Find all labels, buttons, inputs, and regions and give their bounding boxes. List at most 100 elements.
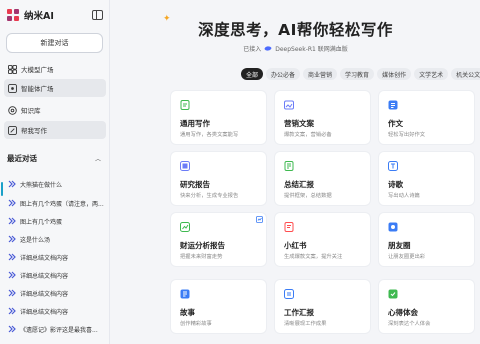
- card-desc: 写出动人诗篇: [388, 193, 420, 199]
- chat-bubble-icon: [8, 271, 16, 279]
- scroll-indicator[interactable]: [1, 182, 3, 196]
- history-item-label: 详细总结文档内容: [20, 272, 69, 280]
- sidebar-item-writing[interactable]: 帮我写作: [4, 121, 106, 139]
- brand-name: 纳米AI: [24, 11, 54, 22]
- card-title: 作文: [388, 119, 403, 128]
- card-work-report[interactable]: 工作汇报 清晰展现工作成果: [275, 280, 370, 333]
- summary-icon: [284, 161, 294, 171]
- card-research-report[interactable]: 研究报告 快来分析，生成专业报告: [171, 152, 266, 205]
- card-title: 研究报告: [180, 180, 210, 189]
- card-story[interactable]: 故事 创作精彩故事: [171, 280, 266, 333]
- tab-official[interactable]: 机关公文: [451, 68, 480, 80]
- history-item-label: 详细总结文档内容: [20, 254, 69, 262]
- history-item-label: 这是什么汤: [20, 236, 51, 244]
- card-reflection[interactable]: 心得体会 深刻表达个人体会: [379, 280, 474, 333]
- tab-media[interactable]: 媒体创作: [377, 68, 412, 80]
- history-item[interactable]: 图上有几个鸡蛋（请注意，两...: [8, 196, 106, 210]
- chat-bubble-icon: [8, 180, 16, 188]
- card-general-writing[interactable]: 通用写作 通用写作，各类文案能写: [171, 91, 266, 144]
- document-icon: [180, 100, 190, 110]
- card-title: 财运分析报告: [180, 241, 225, 250]
- sidebar-item-label: 大模型广场: [21, 66, 54, 74]
- chat-bubble-icon: [8, 307, 16, 315]
- book-icon: [284, 222, 294, 232]
- history-item-label: 大熊猫在做什么: [20, 181, 63, 189]
- tab-marketing[interactable]: 商业营销: [303, 68, 338, 80]
- history-item-label: 图上有几个鸡蛋: [20, 218, 63, 226]
- recent-chats-title: 最近对话: [7, 154, 37, 163]
- model-info-name: DeepSeek-R1 联网满血版: [275, 46, 348, 53]
- card-title: 通用写作: [180, 119, 210, 128]
- card-desc: 轻松写出好作文: [388, 132, 426, 138]
- page-title: ✦ 深度思考，AI帮你轻松写作: [111, 14, 480, 40]
- card-desc: 通用写作，各类文案能写: [180, 132, 239, 138]
- sidebar-item-label: 帮我写作: [21, 127, 47, 135]
- agent-icon: [8, 83, 17, 93]
- chat-bubble-icon: [8, 199, 16, 207]
- chat-bubble-icon: [8, 289, 16, 297]
- card-finance-report[interactable]: 财运分析报告 把握未来财富走势: [171, 213, 266, 266]
- chat-bubble-icon: [8, 253, 16, 261]
- history-item[interactable]: 大熊猫在做什么: [8, 177, 106, 191]
- new-chat-button[interactable]: 新建对话: [6, 33, 103, 53]
- card-poem[interactable]: 诗歌 写出动人诗篇: [379, 152, 474, 205]
- card-title: 小红书: [284, 241, 307, 250]
- database-icon: [8, 105, 17, 115]
- card-xiaohongshu[interactable]: 小红书 生成爆款文案，提升关注: [275, 213, 370, 266]
- sidebar: 纳米AI 新建对话 大模型广场 智能体广场 知识库 帮我写作 最近对话 ︿ 大熊…: [0, 0, 110, 344]
- card-title: 诗歌: [388, 180, 403, 189]
- tab-office[interactable]: 办公必备: [266, 68, 301, 80]
- history-item[interactable]: 详细总结文档内容: [8, 250, 106, 264]
- sidebar-item-label: 知识库: [21, 107, 41, 115]
- history-item-label: 《遗愿记》影评这是最我喜...: [20, 326, 98, 334]
- sidebar-collapse-icon[interactable]: [92, 10, 103, 20]
- grid-icon: [8, 64, 17, 74]
- tab-literature[interactable]: 文学艺术: [414, 68, 449, 80]
- history-item-label: 图上有几个鸡蛋（请注意，两...: [20, 200, 104, 208]
- corner-badge-icon: [256, 216, 263, 223]
- card-moments[interactable]: 朋友圈 让朋友圈更出彩: [379, 213, 474, 266]
- history-item[interactable]: 详细总结文档内容: [8, 286, 106, 300]
- card-title: 工作汇报: [284, 308, 314, 317]
- page-title-text: 深度思考，AI帮你轻松写作: [198, 21, 393, 39]
- card-desc: 把握未来财富走势: [180, 254, 223, 260]
- brand[interactable]: 纳米AI: [6, 8, 54, 22]
- history-item[interactable]: 图上有几个鸡蛋: [8, 214, 106, 228]
- card-title: 总结汇报: [284, 180, 314, 189]
- card-title: 营销文案: [284, 119, 314, 128]
- card-desc: 生成爆款文案，提升关注: [284, 254, 343, 260]
- poem-icon: [388, 161, 398, 171]
- nami-logo-icon: [7, 9, 19, 21]
- sparkle-icon: ✦: [163, 14, 172, 24]
- card-marketing-copy[interactable]: 营销文案 爆款文案，营销必备: [275, 91, 370, 144]
- moments-icon: [388, 222, 398, 232]
- history-item[interactable]: 《遗愿记》影评这是最我喜...: [8, 322, 106, 336]
- sidebar-item-agent-square[interactable]: 智能体广场: [4, 79, 106, 97]
- sidebar-item-model-square[interactable]: 大模型广场: [4, 60, 106, 78]
- category-tabs: 全部 办公必备 商业营销 学习教育 媒体创作 文学艺术 机关公文: [241, 68, 480, 80]
- image-card-icon: [284, 100, 294, 110]
- work-report-icon: [284, 289, 294, 299]
- card-desc: 爆款文案，营销必备: [284, 132, 332, 138]
- research-icon: [180, 161, 190, 171]
- history-item[interactable]: 详细总结文档内容: [8, 268, 106, 282]
- card-title: 朋友圈: [388, 241, 411, 250]
- pen-icon: [8, 125, 17, 135]
- sidebar-item-knowledge-base[interactable]: 知识库: [4, 101, 106, 119]
- history-item[interactable]: 详细总结文档内容: [8, 304, 106, 318]
- card-desc: 深刻表达个人体会: [388, 321, 431, 327]
- history-item[interactable]: 这是什么汤: [8, 232, 106, 246]
- tab-all[interactable]: 全部: [241, 68, 264, 80]
- chevron-up-icon[interactable]: ︿: [95, 154, 101, 163]
- card-summary-report[interactable]: 总结汇报 提供框架，总结数据: [275, 152, 370, 205]
- sidebar-item-label: 智能体广场: [21, 85, 54, 93]
- chat-bubble-icon: [8, 325, 16, 333]
- story-icon: [180, 289, 190, 299]
- history-item-label: 详细总结文档内容: [20, 308, 69, 316]
- card-composition[interactable]: 作文 轻松写出好作文: [379, 91, 474, 144]
- model-info: 已接入 DeepSeek-R1 联网满血版: [111, 44, 480, 53]
- tab-education[interactable]: 学习教育: [340, 68, 375, 80]
- finance-icon: [180, 222, 190, 232]
- model-info-prefix: 已接入: [243, 46, 262, 53]
- chat-bubble-icon: [8, 217, 16, 225]
